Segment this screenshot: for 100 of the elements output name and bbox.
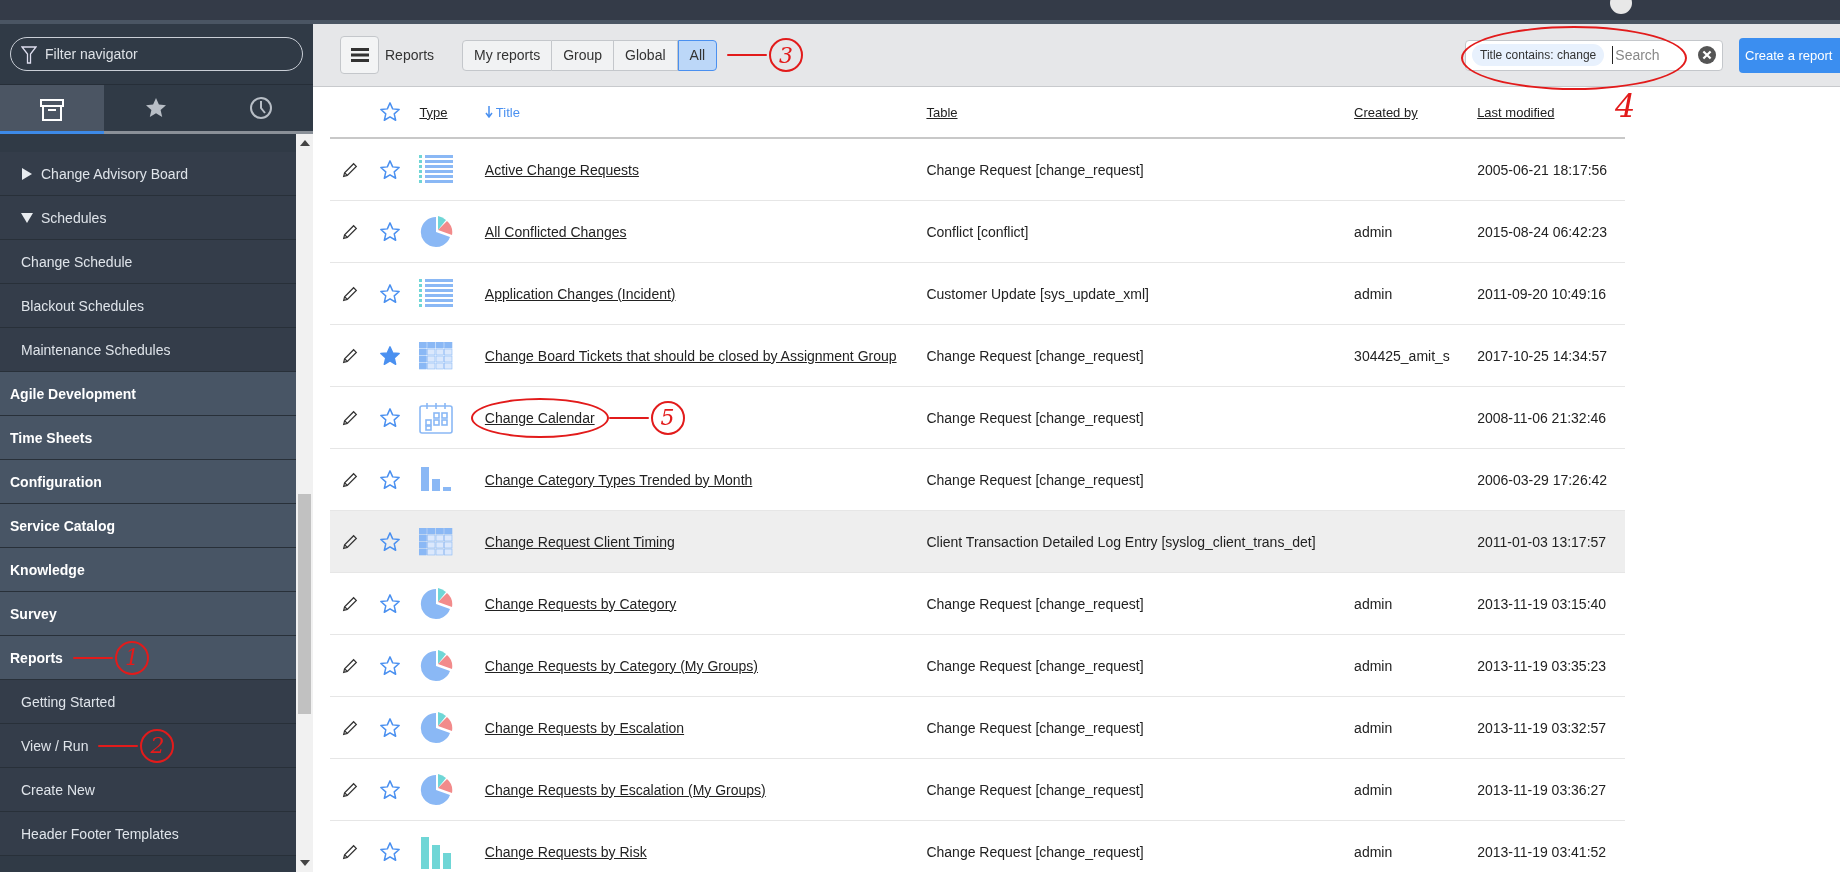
nav-item[interactable]: Configuration	[0, 460, 296, 504]
pencil-icon[interactable]	[340, 842, 359, 861]
nav-item[interactable]: Time Sheets	[0, 416, 296, 460]
table-row[interactable]: Active Change Requests Change Request [change_request] 2005-06-21 18:17:56	[330, 139, 1625, 201]
star-icon[interactable]	[378, 592, 401, 615]
filter-tab[interactable]: Group	[552, 39, 615, 71]
nav-item[interactable]: Change Schedule	[0, 240, 296, 284]
nav-item[interactable]: Service Catalog	[0, 504, 296, 548]
scroll-up-icon[interactable]	[299, 140, 310, 146]
nav-item[interactable]: Maintenance Schedules	[0, 328, 296, 372]
search-box[interactable]: Title contains: change Search	[1465, 39, 1723, 71]
column-header[interactable]: Type	[419, 104, 448, 120]
pencil-icon[interactable]	[340, 718, 359, 737]
star-icon[interactable]	[378, 344, 401, 367]
nav-item[interactable]: Change Advisory Board	[0, 152, 296, 196]
calendar-icon	[419, 401, 454, 434]
table-cell: Change Request [change_request]	[926, 409, 1144, 426]
pencil-icon[interactable]	[340, 780, 359, 799]
table-cell: Change Request [change_request]	[926, 843, 1144, 860]
report-link[interactable]: Change Board Tickets that should be closed by Assignment Group	[484, 347, 897, 364]
bar-chart-icon	[419, 834, 454, 869]
clear-icon[interactable]	[1698, 46, 1716, 64]
star-icon[interactable]	[378, 282, 401, 305]
table-cell: 2013-11-19 03:41:52	[1477, 843, 1607, 860]
report-link[interactable]: Change Calendar	[470, 397, 609, 438]
pencil-icon[interactable]	[340, 408, 359, 427]
report-link[interactable]: Change Requests by Escalation	[484, 719, 685, 736]
table-cell: Change Request [change_request]	[926, 781, 1144, 798]
star-icon[interactable]	[378, 101, 401, 123]
table-row[interactable]: Application Changes (Incident) Customer Update [sys_update_xml] admin 2011-09-20 10:49:16	[330, 263, 1625, 325]
table-cell: 2005-06-21 18:17:56	[1477, 161, 1608, 178]
table-cell: 2013-11-19 03:35:23	[1477, 657, 1607, 674]
table-row[interactable]: Change Requests by Category (My Groups) Change Request [change_request] admin 2013-11-19 03:35:23	[330, 635, 1625, 697]
table-row[interactable]: Change Requests by Escalation (My Groups) Change Request [change_request] admin 2013-11-19 03:36:27	[330, 759, 1625, 821]
filter-tab[interactable]: My reports	[462, 39, 553, 71]
scroll-down-icon[interactable]	[299, 860, 310, 866]
report-link[interactable]: Change Requests by Risk	[484, 843, 647, 860]
column-header[interactable]: Created by	[1354, 105, 1418, 120]
nav-item[interactable]: Schedules	[0, 196, 296, 240]
table-row[interactable]: Change Request Client Timing Client Transaction Detailed Log Entry [syslog_client_trans_det] 2011-01-03 13:17:57	[330, 511, 1625, 573]
filter-tab[interactable]: All	[677, 39, 718, 71]
triangle-down-icon	[21, 211, 33, 224]
pencil-icon[interactable]	[340, 160, 359, 179]
nav-item[interactable]: Create New	[0, 768, 296, 812]
scrollbar-thumb[interactable]	[298, 494, 311, 714]
table-row[interactable]: Change Requests by Escalation Change Request [change_request] admin 2013-11-19 03:32:57	[330, 697, 1625, 759]
table-row[interactable]: Change Requests by Risk Change Request [change_request] admin 2013-11-19 03:41:52	[330, 821, 1625, 872]
nav-item[interactable]: Reports 1	[0, 636, 296, 680]
table-row[interactable]: Change Board Tickets that should be closed by Assignment Group Change Request [change_request] 304425_amit_s 2017-10-25 14:34:57	[330, 325, 1625, 387]
report-link[interactable]: Change Requests by Category	[484, 595, 677, 612]
pencil-icon[interactable]	[340, 532, 359, 551]
table-cell: admin	[1354, 595, 1393, 612]
pencil-icon[interactable]	[340, 222, 359, 241]
table-row[interactable]: All Conflicted Changes Conflict [conflict] admin 2015-08-24 06:42:23	[330, 201, 1625, 263]
star-icon[interactable]	[378, 840, 401, 863]
annotation-number: 4	[1615, 89, 1636, 122]
scrollbar[interactable]	[296, 134, 313, 872]
sidebar-tab[interactable]	[0, 85, 105, 134]
star-icon[interactable]	[378, 778, 401, 801]
table-cell: admin	[1354, 285, 1393, 302]
nav-item[interactable]: Header Footer Templates	[0, 812, 296, 856]
nav-item[interactable]: Getting Started	[0, 680, 296, 724]
pencil-icon[interactable]	[340, 470, 359, 489]
pencil-icon[interactable]	[340, 656, 359, 675]
filter-tab[interactable]: Global	[614, 39, 678, 71]
nav-item[interactable]: Survey	[0, 592, 296, 636]
star-icon[interactable]	[378, 654, 401, 677]
pencil-icon[interactable]	[340, 284, 359, 303]
triangle-right-icon	[21, 167, 33, 180]
menu-button[interactable]	[340, 36, 379, 74]
table-row[interactable]: Change Requests by Category Change Request [change_request] admin 2013-11-19 03:15:40	[330, 573, 1625, 635]
star-icon[interactable]	[378, 158, 401, 181]
star-icon[interactable]	[378, 406, 401, 429]
table-cell: 304425_amit_s	[1354, 347, 1450, 364]
star-icon[interactable]	[378, 468, 401, 491]
star-icon[interactable]	[378, 220, 401, 243]
nav-item[interactable]: Knowledge	[0, 548, 296, 592]
leader-line	[727, 54, 768, 56]
table-row[interactable]: Change Calendar 5 Change Request [change_request] 2008-11-06 21:32:46	[330, 387, 1625, 449]
nav-item[interactable]: View / Run 2	[0, 724, 296, 768]
table-cell: Change Request [change_request]	[926, 657, 1144, 674]
column-header[interactable]: Table	[926, 105, 958, 120]
column-header[interactable]: Last modified	[1477, 105, 1555, 120]
report-link[interactable]: Active Change Requests	[484, 161, 639, 178]
star-icon[interactable]	[378, 716, 401, 739]
report-link[interactable]: Change Requests by Category (My Groups)	[484, 657, 758, 674]
leader-line	[608, 416, 649, 419]
report-link[interactable]: Change Category Types Trended by Month	[484, 471, 753, 488]
pencil-icon[interactable]	[340, 346, 359, 365]
nav-item[interactable]: Agile Development	[0, 372, 296, 416]
pencil-icon[interactable]	[340, 594, 359, 613]
report-link[interactable]: Change Requests by Escalation (My Groups)	[484, 781, 766, 798]
report-link[interactable]: All Conflicted Changes	[484, 223, 627, 240]
filter-field[interactable]: Filter navigator	[10, 37, 303, 71]
star-icon[interactable]	[378, 530, 401, 553]
report-link[interactable]: Change Request Client Timing	[484, 533, 675, 550]
report-link[interactable]: Application Changes (Incident)	[484, 285, 676, 302]
nav-item[interactable]: Blackout Schedules	[0, 284, 296, 328]
table-cell: Conflict [conflict]	[926, 223, 1029, 240]
filter-chip[interactable]: Title contains: change	[1472, 44, 1605, 66]
